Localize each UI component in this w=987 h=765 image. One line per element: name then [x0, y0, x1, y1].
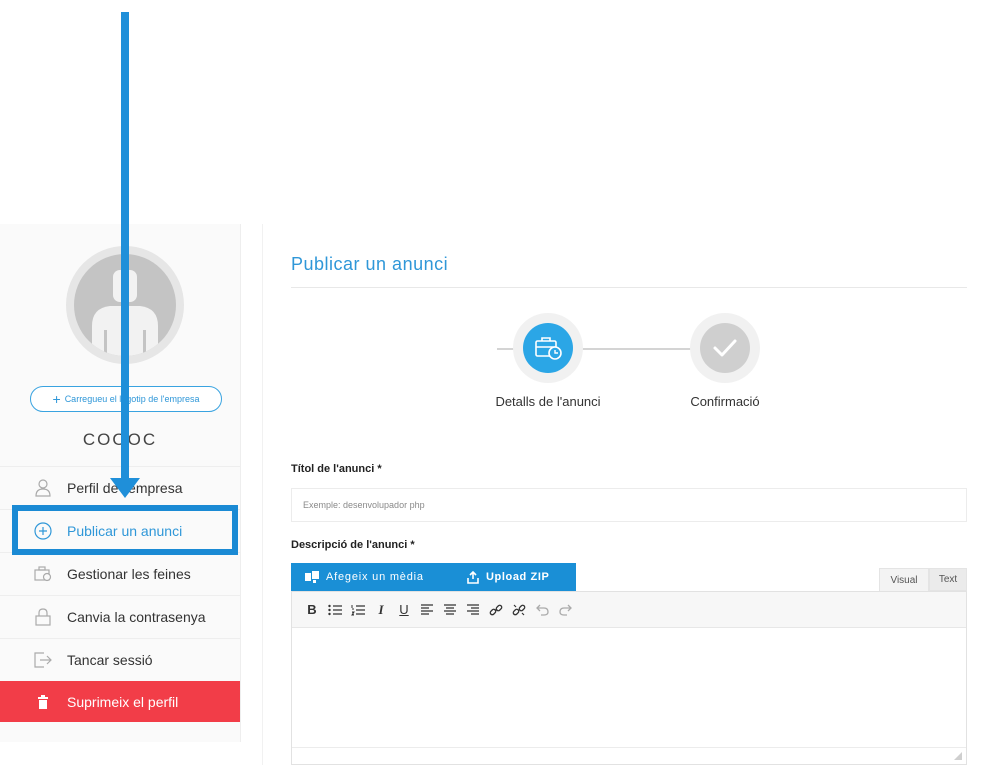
sidebar-item-label: Canvia la contrasenya — [67, 609, 206, 625]
main-content: Publicar un anunci Detalls de l'anunci C… — [262, 224, 987, 765]
align-left-icon[interactable] — [419, 602, 435, 618]
numbered-list-icon[interactable] — [350, 602, 366, 618]
upload-icon — [467, 570, 479, 584]
align-right-icon[interactable] — [465, 602, 481, 618]
lock-icon — [33, 607, 53, 627]
company-name: COOOC — [82, 430, 158, 449]
undo-icon[interactable] — [534, 602, 550, 618]
italic-button[interactable]: I — [373, 602, 389, 618]
add-media-button[interactable]: Afegeix un mèdia — [291, 563, 447, 591]
bullet-list-icon[interactable] — [327, 602, 343, 618]
upload-zip-label: Upload ZIP — [486, 571, 550, 583]
user-icon — [33, 478, 53, 498]
title-divider — [291, 287, 967, 288]
editor-text-area[interactable] — [292, 628, 966, 764]
add-media-label: Afegeix un mèdia — [326, 571, 424, 583]
step-confirmation — [690, 313, 760, 383]
link-icon[interactable] — [488, 602, 504, 618]
align-center-icon[interactable] — [442, 602, 458, 618]
step-details — [513, 313, 583, 383]
underline-button[interactable]: U — [396, 602, 412, 618]
unlink-icon[interactable] — [511, 602, 527, 618]
editor-status-bar — [292, 747, 966, 764]
sidebar-item-logout[interactable]: Tancar sessió — [0, 638, 240, 681]
trash-icon — [33, 692, 53, 712]
description-editor: B I U — [291, 591, 967, 765]
sidebar-item-manage-jobs[interactable]: Gestionar les feines — [0, 552, 240, 595]
sidebar-item-delete-profile[interactable]: Suprimeix el perfil — [0, 681, 240, 722]
sidebar-item-label: Tancar sessió — [67, 652, 153, 668]
step-confirmation-label: Confirmació — [690, 394, 760, 409]
sidebar-item-label: Suprimeix el perfil — [67, 693, 179, 710]
plus-icon: + — [52, 391, 61, 407]
redo-icon[interactable] — [557, 602, 573, 618]
tab-text[interactable]: Text — [929, 568, 967, 591]
briefcase-clock-icon — [33, 564, 53, 584]
ad-description-label: Descripció de l'anunci * — [291, 539, 415, 551]
sidebar-item-label: Gestionar les feines — [67, 566, 191, 582]
sidebar-item-change-password[interactable]: Canvia la contrasenya — [0, 595, 240, 638]
editor-toolbar: B I U — [292, 592, 966, 628]
check-icon — [713, 339, 737, 357]
upload-zip-button[interactable]: Upload ZIP — [447, 563, 576, 591]
annotation-arrow-head-icon — [110, 478, 140, 498]
bold-button[interactable]: B — [304, 602, 320, 618]
tab-visual[interactable]: Visual — [879, 568, 929, 591]
logout-icon — [33, 650, 53, 670]
ad-title-input[interactable] — [291, 488, 967, 522]
upload-logo-label: Carregueu el logotip de l'empresa — [64, 394, 200, 404]
ad-title-label: Títol de l'anunci * — [291, 463, 382, 475]
media-icon — [305, 571, 319, 583]
page-title: Publicar un anunci — [291, 254, 449, 274]
resize-handle-icon[interactable] — [954, 752, 962, 760]
annotation-highlight-box — [12, 505, 238, 555]
briefcase-icon — [535, 337, 562, 360]
annotation-arrow-shaft — [121, 12, 129, 484]
step-details-label: Detalls de l'anunci — [495, 394, 601, 409]
